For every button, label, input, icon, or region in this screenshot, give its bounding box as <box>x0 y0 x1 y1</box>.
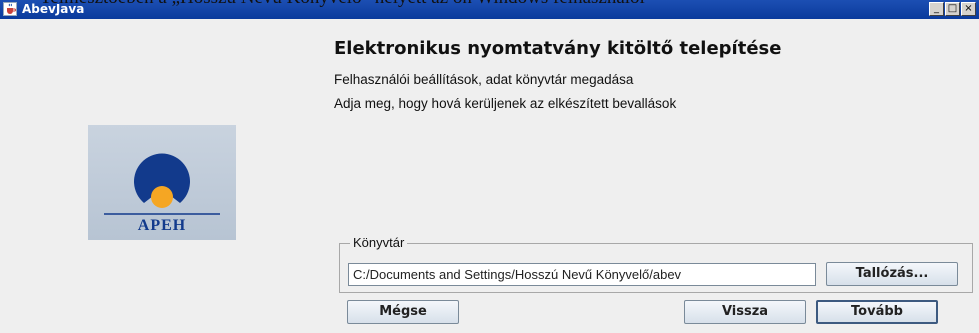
cancel-button[interactable]: Mégse <box>347 300 459 324</box>
subtitle-text: Felhasználói beállítások, adat könyvtár … <box>334 72 634 87</box>
document-header-line: Telmesztoeben a „Hosszú Nevű Könyvelő” h… <box>0 0 979 11</box>
logo-text: APEH <box>137 217 187 234</box>
browse-button[interactable]: Tallózás... <box>826 262 958 286</box>
page-title: Elektronikus nyomtatvány kitöltő telepít… <box>334 38 782 59</box>
back-button[interactable]: Vissza <box>684 300 806 324</box>
apeh-logo: APEH <box>88 125 236 240</box>
next-button[interactable]: Tovább <box>816 300 938 324</box>
directory-path-input[interactable]: C:/Documents and Settings/Hosszú Nevű Kö… <box>348 263 816 286</box>
installer-window: AbevJava _ □ × Elektronikus nyomtatvány … <box>0 0 979 333</box>
directory-legend: Könyvtár <box>350 235 408 250</box>
instruction-text: Adja meg, hogy hová kerüljenek az elkész… <box>334 96 677 111</box>
